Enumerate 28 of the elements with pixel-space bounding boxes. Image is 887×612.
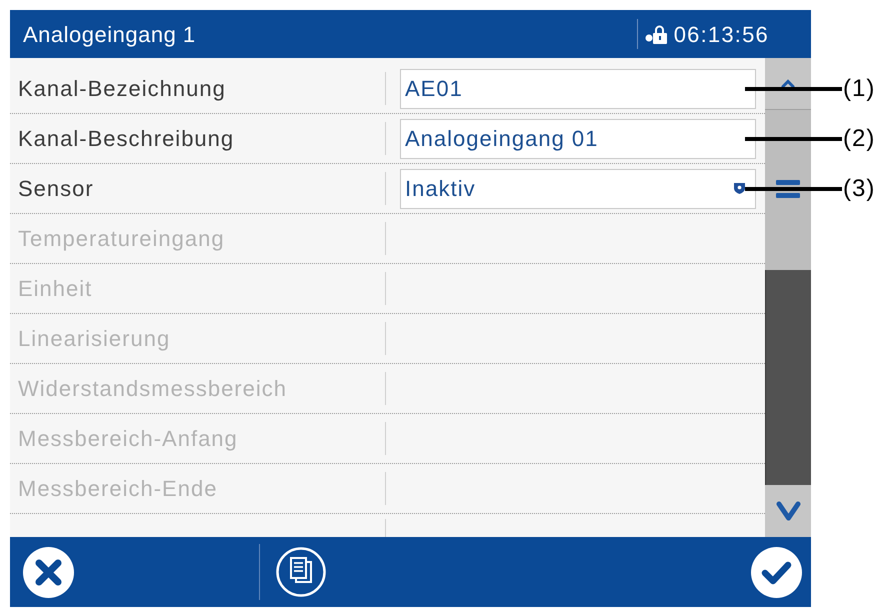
window-title: Analogeingang 1: [23, 20, 196, 49]
callout-label: (2): [843, 124, 876, 154]
lock-icon: [644, 24, 668, 44]
field-label: Widerstandsmessbereich: [18, 375, 287, 403]
callout-label: (3): [843, 174, 876, 204]
field-label: Sensor: [18, 175, 94, 203]
callout-label: (1): [843, 74, 876, 104]
scrollbar-thumb[interactable]: [765, 270, 811, 485]
dropdown-arrow-icon: [734, 183, 745, 194]
field-label: Messbereich-Anfang: [18, 425, 238, 453]
text-field[interactable]: AE01: [400, 68, 756, 108]
document-icon[interactable]: [276, 547, 326, 597]
chevron-up-icon: [781, 79, 795, 88]
field-label: Kanal-Beschreibung: [18, 125, 234, 153]
clock-time: 06:13:56: [674, 20, 769, 48]
scroll-up-button[interactable]: [765, 58, 811, 110]
field-label: Kanal-Bezeichnung: [18, 75, 226, 103]
field-label: Temperatureingang: [18, 225, 225, 253]
close-icon[interactable]: [23, 546, 74, 598]
scroll-down-button[interactable]: [765, 485, 811, 537]
dropdown[interactable]: Inaktiv: [400, 168, 756, 208]
field-label: Linearisierung: [18, 325, 170, 353]
double-line-icon: [776, 180, 800, 198]
text-field[interactable]: Analogeingang 01: [400, 118, 756, 158]
chevron-down-icon: [776, 500, 800, 522]
check-icon[interactable]: [751, 546, 802, 598]
field-label: Messbereich-Ende: [18, 475, 218, 503]
field-label: Einheit: [18, 275, 92, 303]
